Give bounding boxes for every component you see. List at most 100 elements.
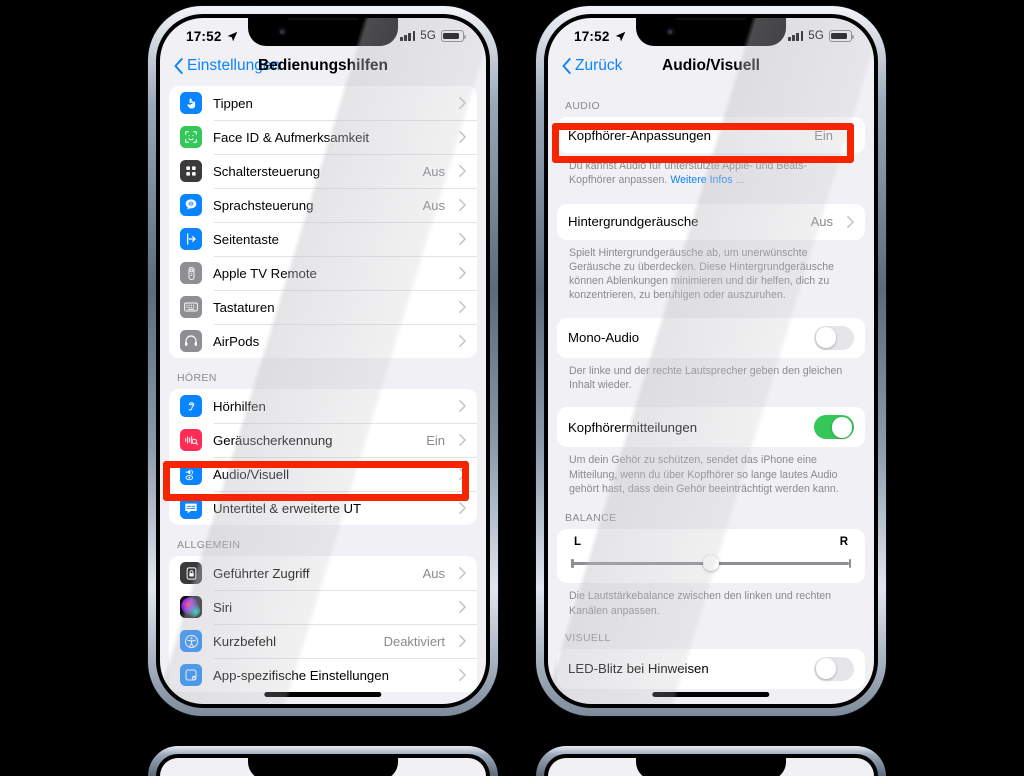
chevron-right-icon [459, 199, 466, 211]
status-bar: 17:52 5G [160, 18, 486, 48]
back-button-settings[interactable]: Einstellungen [174, 57, 280, 75]
right-phone-bezel: 17:52 5G Zurück Audio/Visuell AUDIO Kopf… [544, 14, 878, 708]
row-label: Hintergrundgeräusche [568, 214, 699, 230]
hearing-aid-icon [180, 395, 202, 417]
row-label: Apple TV Remote [213, 265, 317, 281]
chevron-right-icon [847, 129, 854, 141]
slider-cap-right [848, 558, 851, 568]
settings-row-siri[interactable]: Siri [169, 590, 477, 624]
settings-row-face-id[interactable]: Face ID & Aufmerksamkeit [169, 120, 477, 154]
row-label: Tastaturen [213, 299, 275, 315]
status-bar-right: 5G [788, 30, 855, 42]
chevron-right-icon [459, 400, 466, 412]
settings-row-tippen[interactable]: Tippen [169, 86, 477, 120]
back-button-label: Einstellungen [187, 57, 281, 74]
footnote-headphone-accommodations: Du kannst Audio für unterstützte Apple- … [557, 153, 865, 190]
chevron-right-icon [459, 502, 466, 514]
group-header-audio: AUDIO [565, 100, 601, 112]
settings-row-mono-audio[interactable]: Mono-Audio [557, 318, 865, 358]
row-label: Mono-Audio [568, 330, 640, 346]
card-background-sounds: Hintergrundgeräusche Aus [557, 203, 865, 240]
weitere-infos-link[interactable]: Weitere Infos [670, 174, 732, 186]
settings-row-sprachsteuerung[interactable]: Sprachsteuerung Aus [169, 188, 477, 222]
hand-tap-icon [180, 92, 202, 114]
group-header-allgemein: ALLGEMEIN [177, 539, 241, 551]
settings-row-kopfhoerer-anpassungen[interactable]: Kopfhörer-Anpassungen Ein [557, 117, 865, 153]
row-value: Aus [422, 565, 445, 581]
balance-channel-labels: L R [571, 536, 851, 556]
card-led-flash: LED-Blitz bei Hinweisen [557, 648, 865, 689]
chevron-right-icon [459, 669, 466, 681]
settings-row-led-blitz[interactable]: LED-Blitz bei Hinweisen [557, 649, 865, 689]
status-bar: 17:52 5G [548, 18, 874, 48]
footnote-mono-audio: Der linke und der rechte Lautsprecher ge… [569, 364, 843, 392]
settings-row-hoerhilfen[interactable]: Hörhilfen [169, 389, 477, 423]
row-label: Kopfhörermitteilungen [568, 419, 698, 435]
guided-access-lock-icon [180, 562, 202, 584]
settings-row-seitentaste[interactable]: Seitentaste [169, 222, 477, 256]
balance-slider[interactable] [571, 555, 851, 572]
row-label: Siri [213, 599, 233, 615]
row-label: Schaltersteuerung [213, 163, 321, 179]
settings-row-hintergrundgeraeusche[interactable]: Hintergrundgeräusche Aus [557, 204, 865, 240]
settings-row-tastaturen[interactable]: Tastaturen [169, 290, 477, 324]
left-phone-screen: 17:52 5G Einstellungen Bedienungshilfen … [160, 18, 486, 704]
audio-visual-settings-list[interactable]: AUDIO Kopfhörer-Anpassungen Ein Du kanns… [548, 84, 874, 704]
settings-row-gefuehrter-zugriff[interactable]: Geführter Zugriff Aus [169, 556, 477, 590]
settings-row-airpods[interactable]: AirPods [169, 324, 477, 358]
mono-audio-toggle[interactable] [814, 325, 854, 350]
led-flash-toggle[interactable] [814, 656, 854, 681]
chevron-right-icon [459, 233, 466, 245]
settings-group-interaction: Tippen Face ID & Aufmerksamkeit Schalter… [169, 86, 477, 358]
group-header-visuell: VISUELL [565, 631, 611, 644]
card-headphone-notifications: Kopfhörermitteilungen [557, 407, 865, 448]
row-label: Kurzbefehl [213, 633, 277, 649]
row-label: Seitentaste [213, 231, 279, 247]
settings-group-hoeren: Hörhilfen Geräuscherkennung Ein Audio/Vi… [169, 389, 477, 525]
home-indicator [264, 692, 382, 697]
chevron-right-icon [459, 267, 466, 279]
settings-row-audio-visuell[interactable]: Audio/Visuell [169, 457, 477, 491]
slider-knob[interactable] [703, 555, 719, 572]
network-label: 5G [420, 30, 436, 42]
bottom-left-phone-peek [148, 746, 498, 776]
footnote-background-sounds: Spielt Hintergrundgeräusche ab, um unerw… [569, 246, 834, 302]
row-label: AirPods [213, 333, 260, 349]
row-label: Geführter Zugriff [213, 565, 310, 581]
settings-row-kurzbefehl[interactable]: Kurzbefehl Deaktiviert [169, 624, 477, 658]
balance-right-label: R [839, 536, 848, 549]
row-label: Face ID & Aufmerksamkeit [213, 129, 370, 145]
row-value: Deaktiviert [383, 633, 445, 649]
battery-icon [829, 30, 855, 42]
back-button-zurueck[interactable]: Zurück [562, 57, 622, 75]
row-label: Audio/Visuell [213, 466, 290, 482]
settings-row-geraeuscherkennung[interactable]: Geräuscherkennung Ein [169, 423, 477, 457]
chevron-right-icon [459, 635, 466, 647]
chevron-right-icon [459, 468, 466, 480]
footnote-headphone-notifications: Um dein Gehör zu schützen, sendet das iP… [569, 454, 839, 495]
settings-row-untertitel[interactable]: Untertitel & erweiterte UT [169, 491, 477, 525]
status-bar-right: 5G [400, 30, 467, 42]
keyboard-icon [180, 296, 202, 318]
row-value: Ein [814, 127, 833, 143]
per-app-settings-icon [180, 664, 202, 686]
location-arrow-icon [615, 31, 625, 41]
settings-row-schaltersteuerung[interactable]: Schaltersteuerung Aus [169, 154, 477, 188]
chevron-left-icon [562, 58, 571, 74]
footnote-balance: Die Lautstärkebalance zwischen den linke… [569, 590, 832, 617]
right-nav-bar: Zurück Audio/Visuell [548, 48, 874, 84]
settings-row-app-spezifisch[interactable]: App-spezifische Einstellungen [169, 658, 477, 692]
settings-row-apple-tv-remote[interactable]: Apple TV Remote [169, 256, 477, 290]
sound-recognition-icon [180, 429, 202, 451]
left-settings-list[interactable]: Tippen Face ID & Aufmerksamkeit Schalter… [160, 84, 486, 704]
status-bar-time: 17:52 [186, 28, 222, 44]
chevron-right-icon [459, 335, 466, 347]
side-button-icon [180, 228, 202, 250]
row-value: Aus [422, 163, 445, 179]
headphone-notifications-toggle[interactable] [814, 415, 854, 440]
row-label: Hörhilfen [213, 398, 266, 414]
left-nav-bar: Einstellungen Bedienungshilfen [160, 48, 486, 84]
settings-row-kopfhoerermitteilungen[interactable]: Kopfhörermitteilungen [557, 407, 865, 447]
status-bar-left: 17:52 [186, 29, 238, 44]
row-label: Sprachsteuerung [213, 197, 314, 213]
